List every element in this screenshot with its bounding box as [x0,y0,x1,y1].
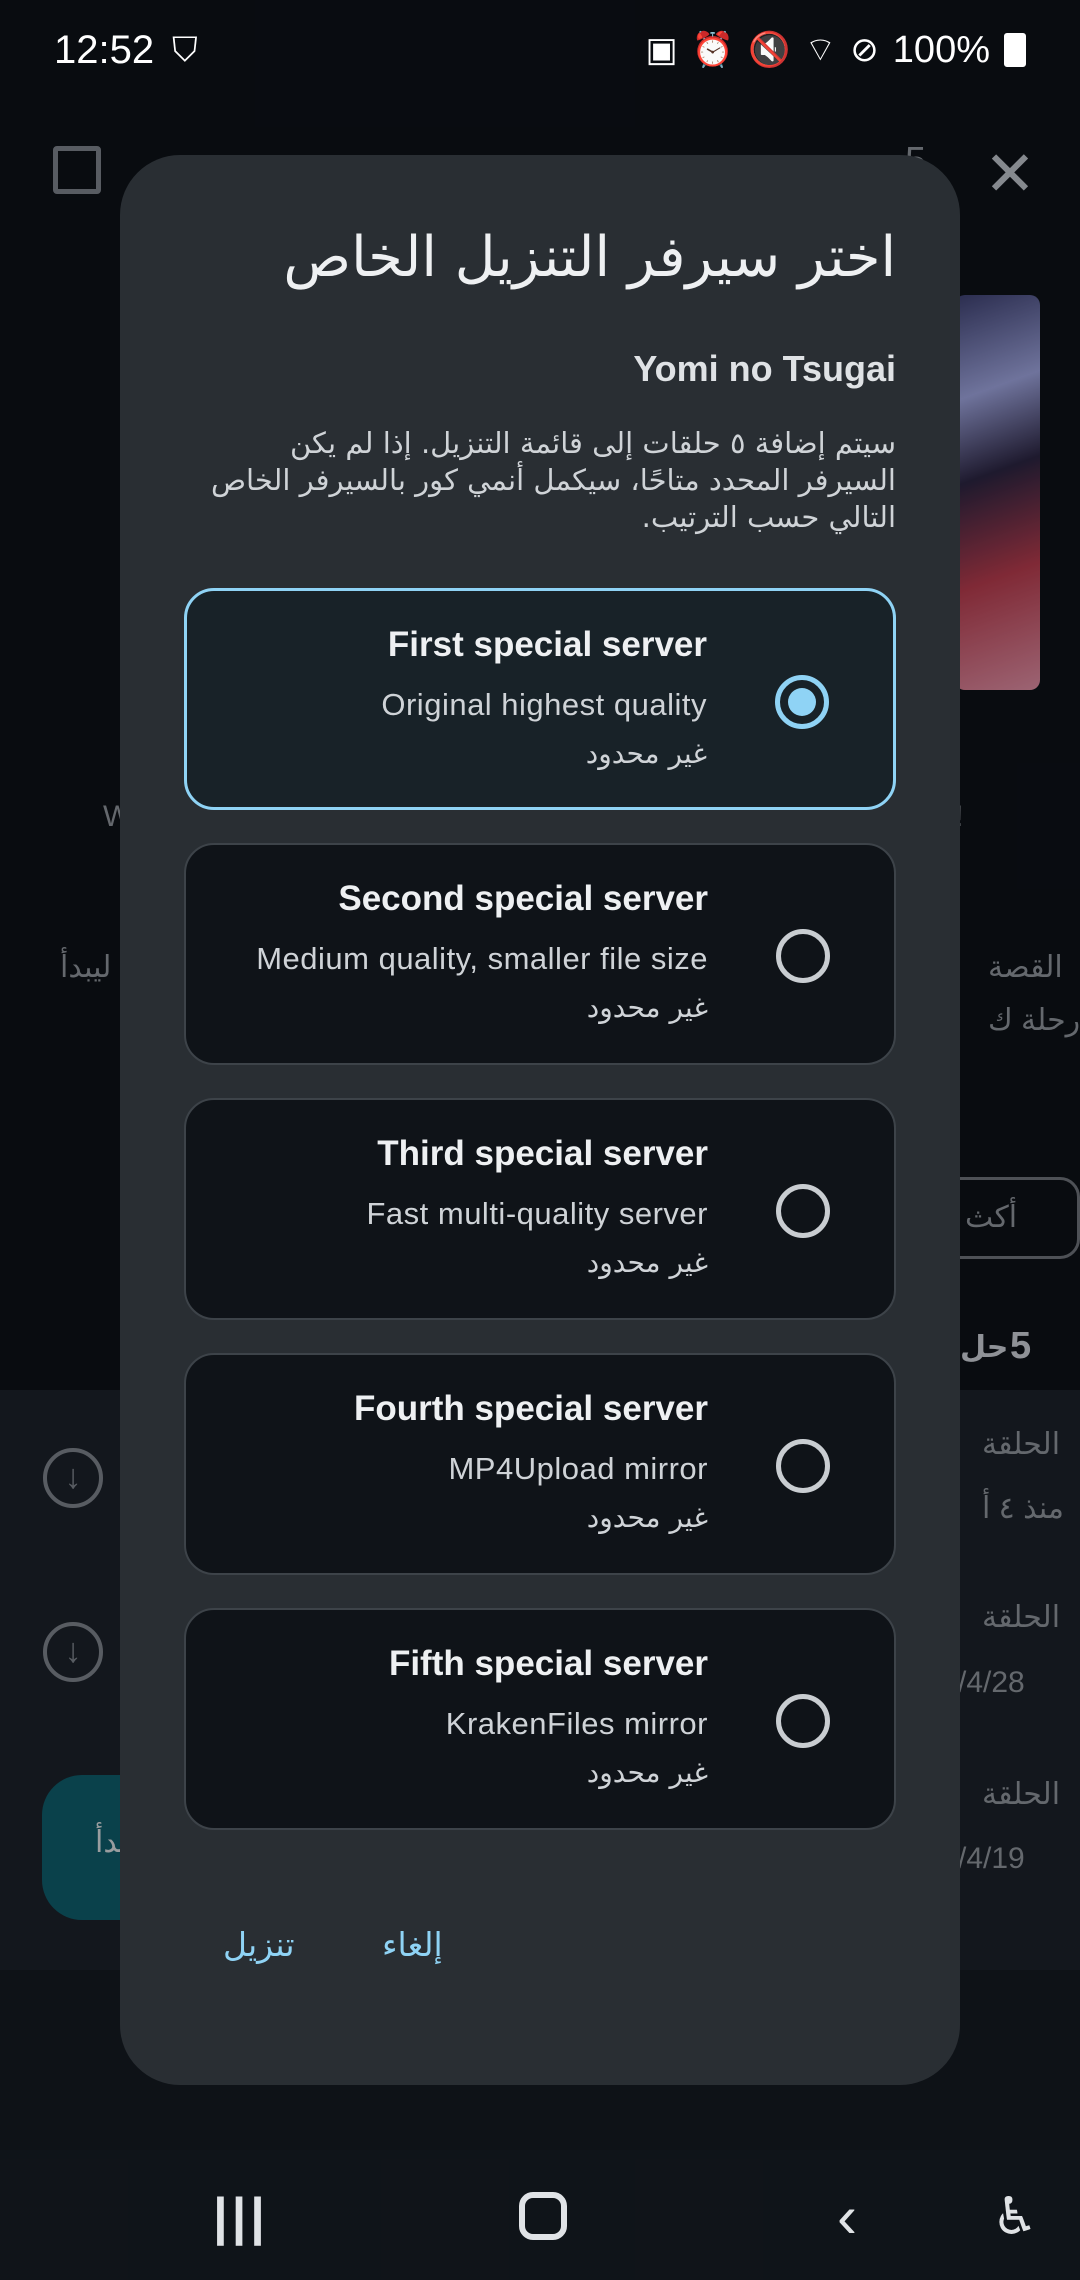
server-select-dialog: اختر سيرفر التنزيل الخاص Yomi no Tsugai … [120,155,960,2085]
mute-icon: 🔇 [747,31,791,69]
dialog-actions: إلغاء تنزيل [120,1925,960,1985]
system-nav-bar: ||| ‹ ♿︎ [0,2150,1080,2280]
status-bar: 12:52 ⛉ ▣ ⏰ 🔇 ⌔ ⊘ 100% [0,0,1080,100]
status-right: ▣ ⏰ 🔇 ⌔ ⊘ 100% [646,29,1026,72]
back-icon[interactable]: ‹ [812,2182,882,2252]
server-option-second[interactable]: Second special server Medium quality, sm… [184,843,896,1065]
radio-button[interactable] [776,1439,830,1493]
server-list: First special server Original highest qu… [184,588,896,1863]
server-text: Second special server Medium quality, sm… [256,879,708,1024]
server-subtitle: Medium quality, smaller file size [256,941,708,976]
server-limit: غير محدود [585,737,707,770]
server-limit: غير محدود [586,991,708,1024]
server-option-fourth[interactable]: Fourth special server MP4Upload mirror غ… [184,1353,896,1575]
server-subtitle: KrakenFiles mirror [445,1706,708,1741]
radio-button[interactable] [776,929,830,983]
server-name: Fourth special server [353,1389,708,1428]
battery-icon [1004,33,1026,67]
server-name: Second special server [338,879,708,918]
server-name: Fifth special server [388,1644,708,1683]
recent-apps-icon[interactable]: ||| [206,2182,276,2252]
server-limit: غير محدود [586,1501,708,1534]
server-text: Fifth special server KrakenFiles mirror … [389,1644,708,1789]
server-subtitle: Fast multi-quality server [366,1196,708,1231]
anime-name: Yomi no Tsugai [633,348,896,389]
server-subtitle: MP4Upload mirror [448,1451,708,1486]
wifi-icon: ⌔ [804,31,837,69]
radio-button[interactable] [776,1184,830,1238]
dialog-description: سيتم إضافة ٥ حلقات إلى قائمة التنزيل. إذ… [210,426,896,534]
shield-check-icon: ⛉ [172,31,198,69]
server-text: Fourth special server MP4Upload mirror غ… [354,1389,708,1534]
status-time: 12:52 [54,27,155,72]
server-text: First special server Original highest qu… [381,625,707,770]
download-button[interactable]: تنزيل [223,1925,295,1964]
server-option-fifth[interactable]: Fifth special server KrakenFiles mirror … [184,1608,896,1830]
server-limit: غير محدود [586,1246,708,1279]
radio-button-selected[interactable] [775,675,829,729]
cancel-button[interactable]: إلغاء [382,1925,443,1964]
status-left: 12:52 ⛉ [54,28,198,73]
do-not-disturb-icon: ⊘ [850,31,879,69]
server-option-third[interactable]: Third special server Fast multi-quality … [184,1098,896,1320]
server-text: Third special server Fast multi-quality … [366,1134,708,1279]
server-option-first[interactable]: First special server Original highest qu… [184,588,896,810]
accessibility-icon[interactable]: ♿︎ [980,2182,1050,2252]
server-subtitle: Original highest quality [381,687,707,722]
server-limit: غير محدود [586,1756,708,1789]
server-name: First special server [387,625,707,664]
server-name: Third special server [377,1134,708,1173]
dialog-title: اختر سيرفر التنزيل الخاص [283,225,896,290]
battery-saver-icon: ▣ [645,31,678,69]
home-icon[interactable] [508,2182,578,2252]
radio-button[interactable] [776,1694,830,1748]
battery-percent: 100% [892,28,990,71]
alarm-icon: ⏰ [691,31,734,69]
